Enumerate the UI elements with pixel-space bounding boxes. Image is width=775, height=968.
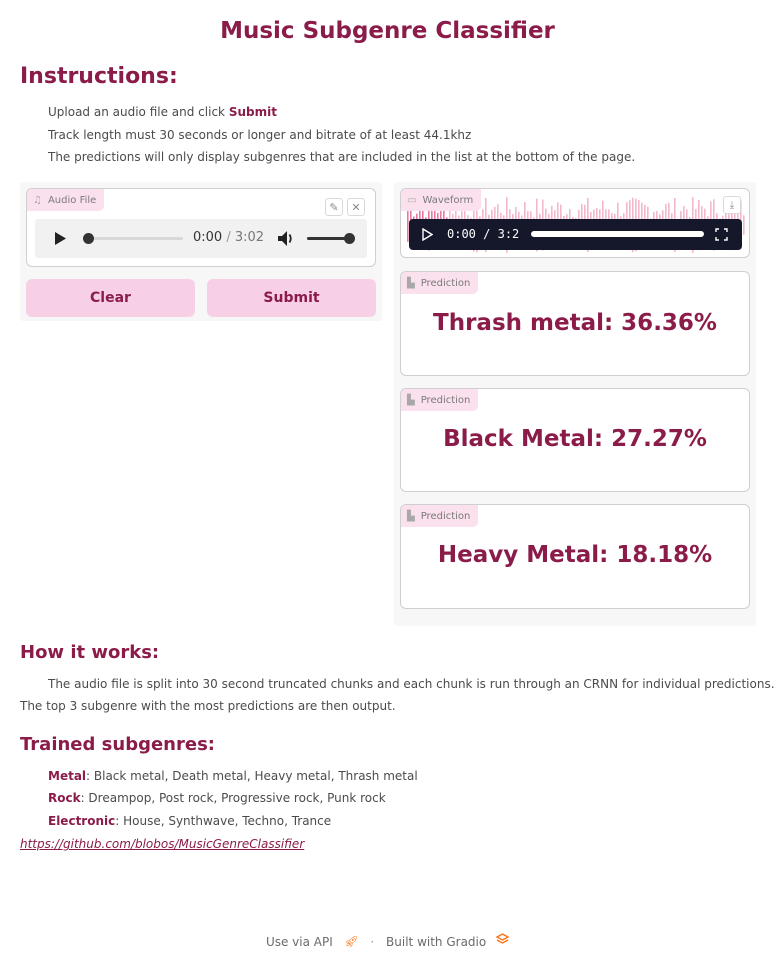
prediction-label: ▙ Prediction	[401, 272, 479, 294]
fullscreen-icon[interactable]	[715, 228, 728, 241]
waveform-block: ▭ Waveform ⤓ 0:00 / 3:2	[400, 188, 750, 258]
instruction-line-3: The predictions will only display subgen…	[48, 150, 636, 164]
how-it-works-line-1: The audio file is split into 30 second t…	[48, 677, 775, 691]
play-icon[interactable]	[422, 228, 433, 241]
instructions-heading: Instructions:	[20, 64, 178, 89]
gradio-logo-icon	[495, 933, 510, 944]
trained-subgenres-heading: Trained subgenres:	[20, 734, 215, 755]
rocket-icon: 🚀︎	[344, 935, 359, 948]
audio-file-label: ♫ Audio File	[27, 189, 105, 211]
audio-time-separator: /	[226, 230, 231, 245]
prediction-label-text: Prediction	[420, 510, 471, 522]
prediction-value: Black Metal: 27.27%	[443, 426, 707, 452]
prediction-block-2: ▙ Prediction Black Metal: 27.27%	[400, 388, 750, 492]
submit-button[interactable]: Submit	[207, 279, 376, 317]
page-title: Music Subgenre Classifier	[220, 18, 555, 44]
seek-thumb[interactable]	[83, 233, 94, 244]
edit-icon[interactable]: ✎	[325, 198, 343, 216]
how-it-works-heading: How it works:	[20, 642, 160, 663]
footer-separator: ·	[370, 934, 375, 949]
github-link[interactable]: https://github.com/blobos/MusicGenreClas…	[20, 837, 304, 851]
instruction-submit-bold: Submit	[228, 105, 277, 119]
prediction-block-1: ▙ Prediction Thrash metal: 36.36%	[400, 271, 750, 376]
video-player: 0:00 / 3:2	[409, 219, 742, 250]
genre-list: : House, Synthwave, Techno, Trance	[115, 814, 332, 828]
how-it-works-line-2: The top 3 subgenre with the most predict…	[20, 699, 396, 713]
audio-file-label-text: Audio File	[47, 194, 97, 206]
genre-list: : Black metal, Death metal, Heavy metal,…	[86, 769, 418, 783]
footer: Use via API 🚀︎ · Built with Gradio	[0, 933, 775, 949]
prediction-label-text: Prediction	[420, 277, 471, 289]
waveform-label: ▭ Waveform	[401, 189, 482, 211]
genre-name: Electronic	[48, 814, 116, 828]
audio-time-current: 0:00	[193, 230, 223, 245]
waveform-bar	[743, 215, 745, 235]
audio-file-block: ♫ Audio File ✎ ✕ 0:00 / 3:02	[26, 188, 376, 267]
prediction-label-text: Prediction	[420, 394, 471, 406]
prediction-label: ▙ Prediction	[401, 389, 479, 411]
use-via-api-link[interactable]: Use via API	[266, 935, 333, 949]
video-time: 0:00 / 3:2	[447, 227, 519, 241]
bar-chart-icon: ▙	[407, 394, 415, 406]
prediction-value: Thrash metal: 36.36%	[433, 310, 717, 336]
genre-rock: Rock: Dreampop, Post rock, Progressive r…	[48, 791, 386, 805]
audio-time-total: 3:02	[234, 230, 265, 245]
bar-chart-icon: ▙	[407, 510, 415, 522]
video-icon: ▭	[407, 194, 417, 206]
genre-metal: Metal: Black metal, Death metal, Heavy m…	[48, 769, 418, 783]
close-icon[interactable]: ✕	[347, 198, 365, 216]
genre-list: : Dreampop, Post rock, Progressive rock,…	[80, 791, 386, 805]
video-progress-bar[interactable]	[531, 231, 704, 237]
clear-button[interactable]: Clear	[26, 279, 195, 317]
video-time-separator: /	[483, 227, 491, 241]
instruction-line-1: Upload an audio file and click Submit	[48, 105, 277, 119]
built-with-gradio-link[interactable]: Built with Gradio	[386, 935, 486, 949]
genre-name: Rock	[48, 791, 81, 805]
play-icon[interactable]	[53, 231, 67, 246]
volume-icon[interactable]	[277, 230, 295, 247]
instruction-line-1-text: Upload an audio file and click	[48, 105, 229, 119]
audio-player: 0:00 / 3:02	[35, 219, 367, 258]
prediction-label: ▙ Prediction	[401, 505, 479, 527]
prediction-block-3: ▙ Prediction Heavy Metal: 18.18%	[400, 504, 750, 609]
video-time-total: 3:2	[497, 227, 520, 241]
seek-bar[interactable]	[83, 233, 183, 244]
audio-time: 0:00 / 3:02	[193, 230, 264, 245]
genre-electronic: Electronic: House, Synthwave, Techno, Tr…	[48, 814, 331, 828]
volume-thumb[interactable]	[344, 233, 355, 244]
waveform-label-text: Waveform	[422, 194, 474, 206]
instruction-line-2: Track length must 30 seconds or longer a…	[48, 128, 472, 142]
music-note-icon: ♫	[33, 194, 42, 206]
download-icon[interactable]: ⤓	[723, 196, 741, 214]
video-time-current: 0:00	[447, 227, 476, 241]
bar-chart-icon: ▙	[407, 277, 415, 289]
genre-name: Metal	[48, 769, 87, 783]
volume-slider[interactable]	[307, 233, 355, 244]
prediction-value: Heavy Metal: 18.18%	[437, 542, 713, 568]
